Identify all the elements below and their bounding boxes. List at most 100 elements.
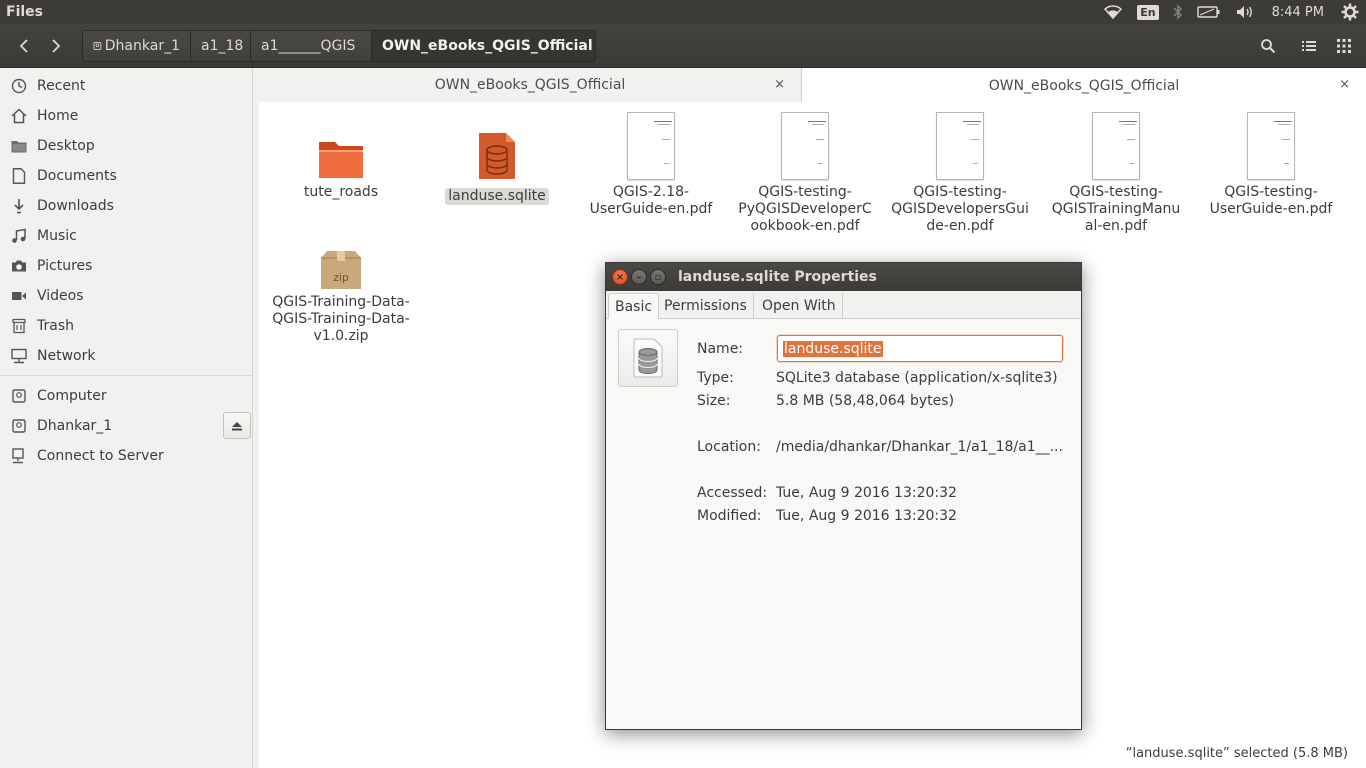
tab-bar: OWN_eBooks_QGIS_Official × OWN_eBooks_QG… [259, 68, 1366, 103]
sidebar-item-label: Music [37, 228, 77, 244]
sidebar-item-recent[interactable]: Recent [0, 71, 252, 101]
sidebar-item-computer[interactable]: Computer [0, 381, 252, 411]
video-icon [10, 287, 28, 305]
breadcrumb-current[interactable]: OWN_eBooks_QGIS_Official [372, 31, 595, 61]
file-item-landuse-sqlite[interactable]: landuse.sqlite [427, 110, 567, 205]
file-name: landuse.sqlite [427, 184, 567, 205]
sidebar-item-label: Desktop [37, 138, 95, 154]
forward-button[interactable] [41, 33, 71, 59]
size-label: Size: [697, 393, 731, 409]
grid-view-button[interactable] [1327, 32, 1361, 60]
document-icon [10, 167, 28, 185]
tab-own-ebooks-2[interactable]: OWN_eBooks_QGIS_Official × [802, 68, 1366, 103]
sqlite-database-icon [473, 110, 521, 180]
file-item-pdf[interactable]: QGIS-testing- QGISTrainingManu al-en.pdf [1046, 110, 1186, 235]
close-icon[interactable]: × [1339, 77, 1350, 92]
bluetooth-icon[interactable] [1166, 0, 1190, 24]
properties-dialog: × – ▫ landuse.sqlite Properties Basic Pe… [605, 262, 1082, 730]
drive-icon [10, 417, 28, 435]
tab-basic[interactable]: Basic [608, 293, 660, 320]
type-value: SQLite3 database (application/x-sqlite3) [776, 370, 1058, 386]
keyboard-layout-icon[interactable]: En [1130, 0, 1165, 24]
file-item-pdf[interactable]: QGIS-testing- PyQGISDeveloperC ookbook-en.… [735, 110, 875, 235]
settings-gear-icon[interactable] [1334, 0, 1366, 24]
database-icon[interactable] [618, 329, 678, 387]
maximize-icon[interactable]: ▫ [650, 269, 666, 285]
file-name: tute_roads [303, 184, 379, 200]
indicator-area: En 8:44 PM [1096, 0, 1366, 24]
close-icon[interactable]: × [612, 269, 628, 285]
breadcrumb-label: OWN_eBooks_QGIS_Official [382, 38, 593, 54]
sidebar-item-downloads[interactable]: Downloads [0, 191, 252, 221]
zip-archive-icon: zip [317, 220, 365, 290]
pdf-document-icon [627, 110, 675, 180]
breadcrumb-item[interactable]: a1______QGIS [251, 31, 372, 61]
network-icon [10, 347, 28, 365]
file-item-pdf[interactable]: QGIS-testing- QGISDevelopersGui de-en.pdf [890, 110, 1030, 235]
trash-icon [10, 317, 28, 335]
sidebar-item-desktop[interactable]: Desktop [0, 131, 252, 161]
sidebar-item-label: Recent [37, 78, 86, 94]
sidebar-item-pictures[interactable]: Pictures [0, 251, 252, 281]
sidebar-item-label: Documents [37, 168, 117, 184]
file-item-pdf[interactable]: QGIS-2.18- UserGuide-en.pdf [581, 110, 721, 218]
search-button[interactable] [1251, 32, 1285, 60]
tab-permissions[interactable]: Permissions [658, 293, 754, 319]
accessed-value: Tue, Aug 9 2016 13:20:32 [776, 485, 957, 501]
camera-icon [10, 257, 28, 275]
drive-icon [10, 387, 28, 405]
sidebar-item-home[interactable]: Home [0, 101, 252, 131]
sidebar-item-dhankar-1[interactable]: Dhankar_1 [0, 411, 252, 441]
wifi-icon[interactable] [1096, 0, 1130, 24]
header-bar: Dhankar_1 a1_18 a1______QGIS OWN_eBooks_… [0, 24, 1366, 68]
status-bar: “landuse.sqlite” selected (5.8 MB) [1125, 746, 1348, 761]
home-icon [10, 107, 28, 125]
pdf-document-icon [781, 110, 829, 180]
sidebar-item-documents[interactable]: Documents [0, 161, 252, 191]
sidebar-item-label: Network [37, 348, 96, 364]
clock[interactable]: 8:44 PM [1262, 5, 1334, 20]
back-button[interactable] [9, 33, 39, 59]
pdf-document-icon [1247, 110, 1295, 180]
file-name: QGIS-testing- QGISTrainingManu al-en.pdf [1051, 184, 1181, 234]
location-label: Location: [697, 439, 761, 455]
sidebar-item-trash[interactable]: Trash [0, 311, 252, 341]
breadcrumb-label: a1______QGIS [261, 38, 356, 54]
eject-button[interactable] [223, 412, 251, 439]
sidebar-item-label: Videos [37, 288, 84, 304]
file-item-pdf[interactable]: QGIS-testing- UserGuide-en.pdf [1201, 110, 1341, 218]
sidebar-item-connect-to-server[interactable]: Connect to Server [0, 441, 252, 471]
breadcrumb: Dhankar_1 a1_18 a1______QGIS OWN_eBooks_… [82, 30, 596, 62]
name-field[interactable]: landuse.sqlite [777, 335, 1063, 362]
tab-own-ebooks-1[interactable]: OWN_eBooks_QGIS_Official × [259, 68, 802, 102]
sidebar-item-label: Downloads [37, 198, 114, 214]
selected-file-label: landuse.sqlite [445, 188, 549, 205]
grid-view-icon [1337, 39, 1351, 53]
modified-value: Tue, Aug 9 2016 13:20:32 [776, 508, 957, 524]
sidebar-item-label: Trash [37, 318, 74, 334]
minimize-icon[interactable]: – [631, 269, 647, 285]
sidebar-divider [0, 375, 252, 376]
breadcrumb-item[interactable]: a1_18 [191, 31, 251, 61]
sidebar-item-network[interactable]: Network [0, 341, 252, 371]
file-item-zip[interactable]: zip QGIS-Training-Data- QGIS-Training-Dat… [271, 220, 411, 345]
sidebar-item-videos[interactable]: Videos [0, 281, 252, 311]
close-icon[interactable]: × [774, 77, 785, 92]
app-title: Files [6, 4, 43, 20]
file-name: QGIS-testing- UserGuide-en.pdf [1209, 184, 1333, 217]
dialog-title: landuse.sqlite Properties [678, 269, 877, 285]
tab-open-with[interactable]: Open With [756, 293, 843, 319]
breadcrumb-drive[interactable]: Dhankar_1 [83, 31, 191, 61]
eject-icon [232, 421, 242, 430]
back-arrow-icon [19, 39, 28, 53]
sidebar: Recent Home Desktop Documents Downloads … [0, 68, 253, 768]
sidebar-item-label: Dhankar_1 [37, 418, 113, 434]
sidebar-item-music[interactable]: Music [0, 221, 252, 251]
volume-icon[interactable] [1228, 0, 1262, 24]
location-value[interactable]: /media/dhankar/Dhankar_1/a1_18/a1__... [776, 439, 1063, 455]
battery-icon[interactable] [1190, 0, 1228, 24]
dialog-titlebar[interactable]: × – ▫ landuse.sqlite Properties [606, 263, 1081, 291]
file-name: QGIS-Training-Data- QGIS-Training-Data-v1… [272, 294, 410, 344]
list-view-button[interactable] [1292, 32, 1326, 60]
file-item-folder[interactable]: tute_roads [271, 110, 411, 201]
